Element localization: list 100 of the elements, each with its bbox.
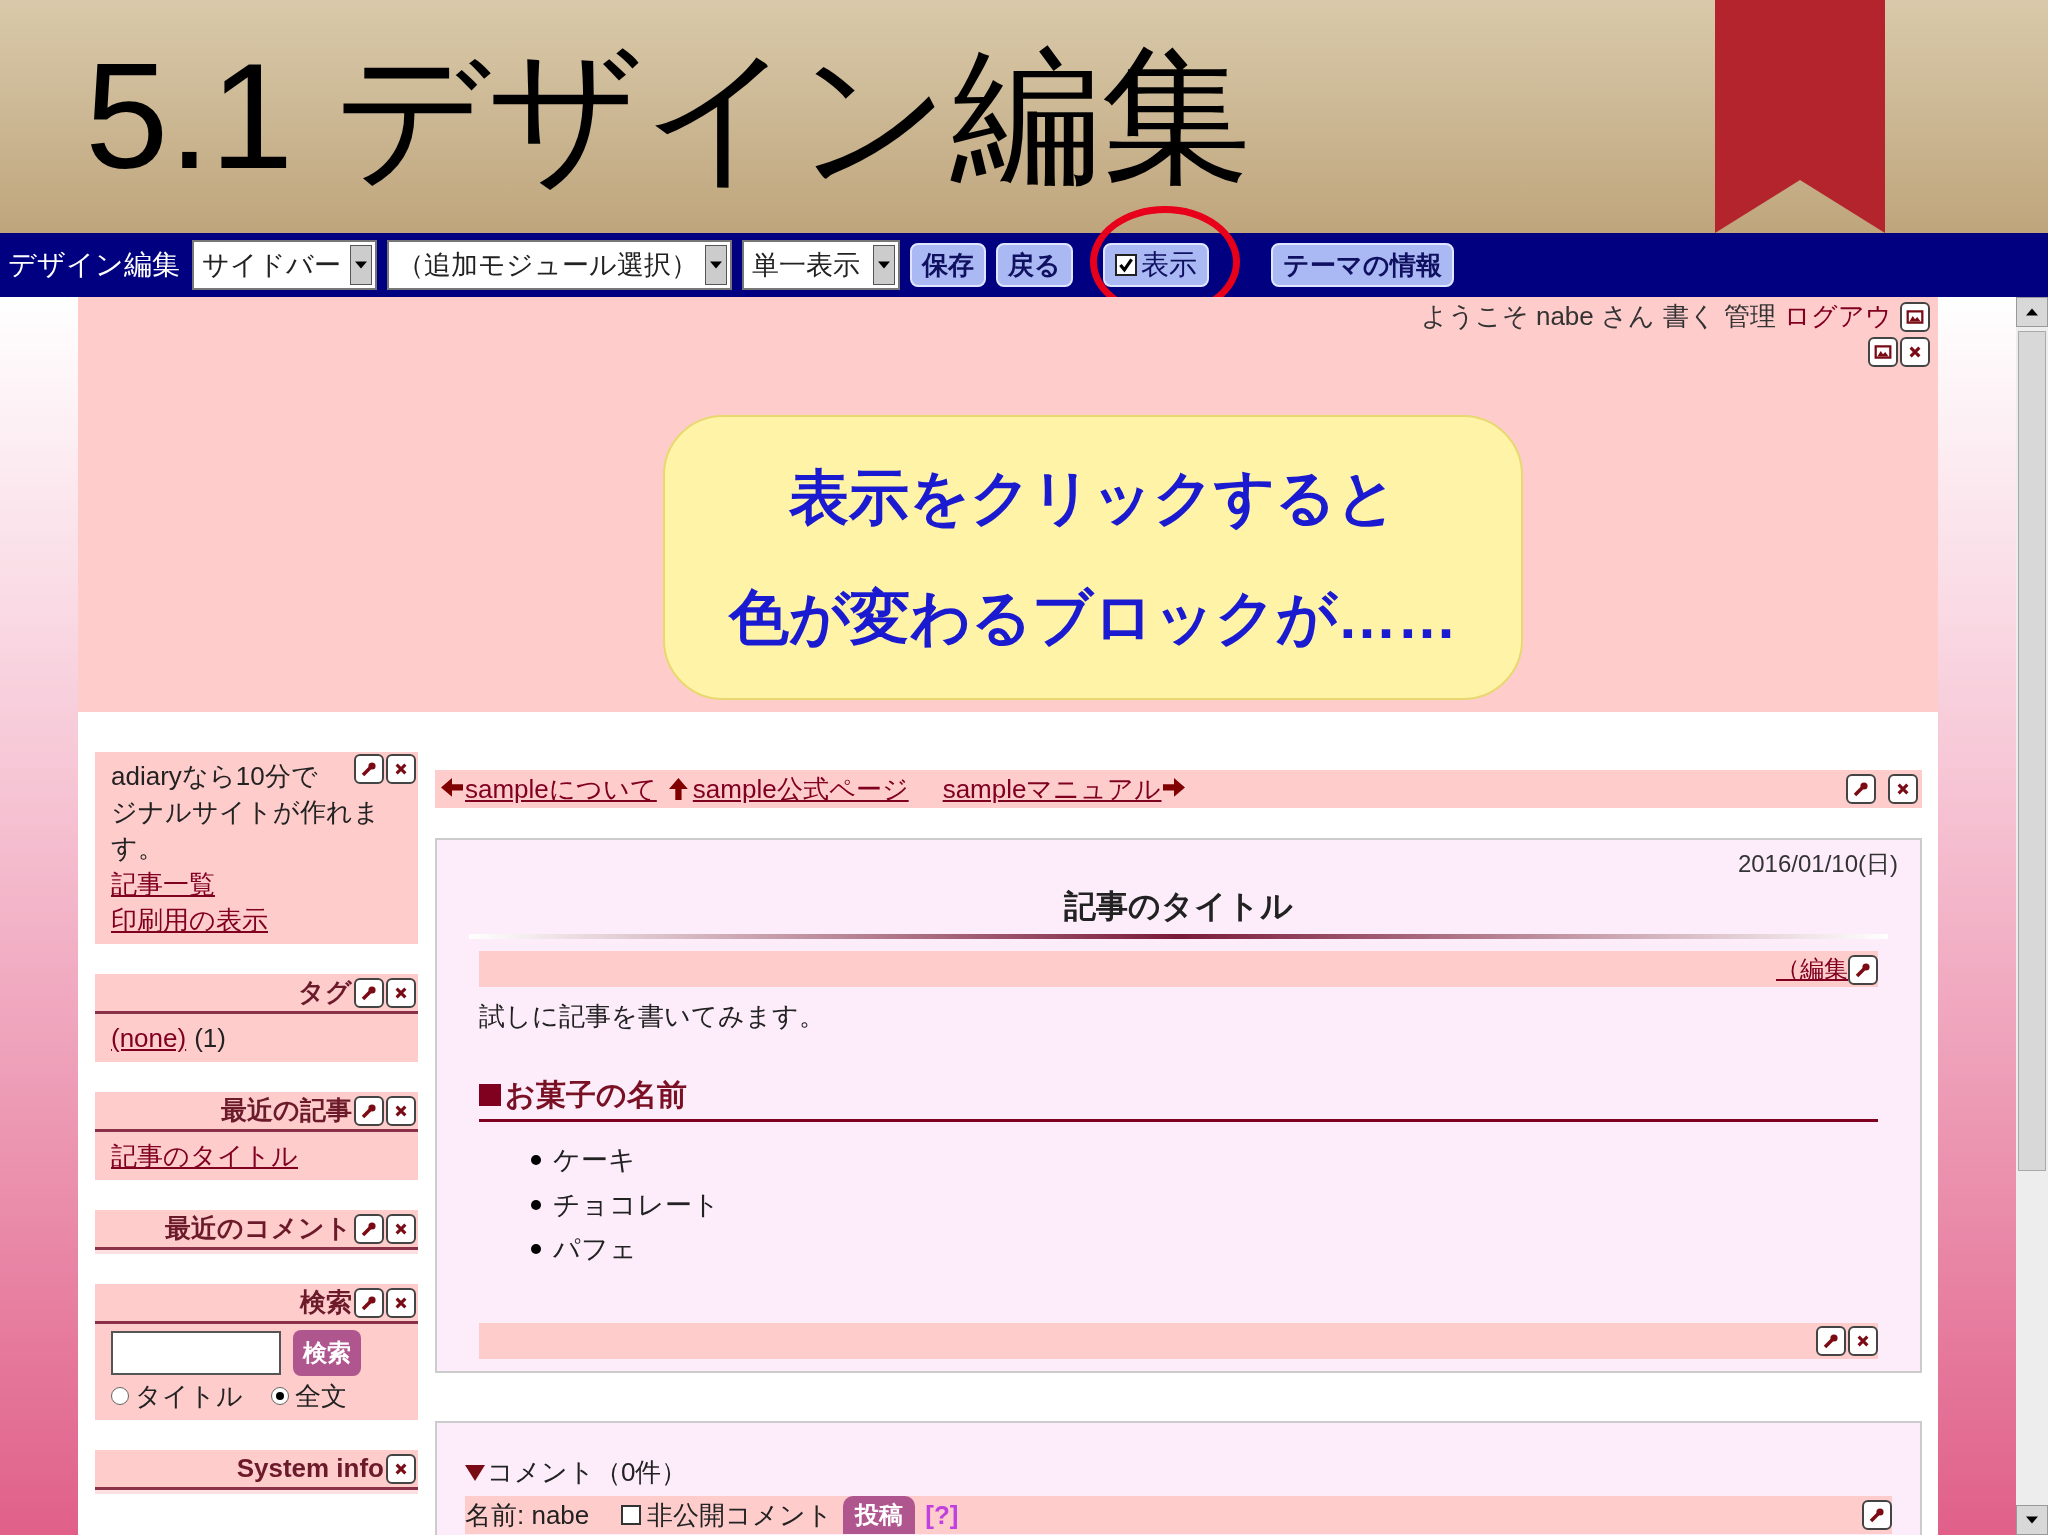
wrench-icon — [361, 984, 377, 1001]
module-title: 最近の記事 — [221, 1094, 352, 1127]
dropdown[interactable]: （追加モジュール選択） — [387, 240, 732, 290]
sidebar-link[interactable]: 印刷用の表示 — [111, 902, 402, 938]
radio-icon[interactable] — [111, 1387, 129, 1405]
sidebar-link[interactable]: 記事のタイトル — [111, 1138, 402, 1174]
close-button[interactable] — [1900, 337, 1930, 367]
nav-link[interactable]: sampleマニュアル — [942, 769, 1186, 809]
header-link[interactable]: ログアウ — [1784, 297, 1892, 336]
caret-icon — [878, 261, 890, 269]
private-comment-option[interactable]: 非公開コメント — [621, 1495, 834, 1535]
wrench-button[interactable] — [354, 977, 384, 1008]
close-button[interactable] — [1848, 1326, 1878, 1356]
list-item: ケーキ — [553, 1144, 636, 1177]
bullet-icon — [531, 1244, 541, 1255]
description-text: す。 — [111, 832, 164, 865]
heading-marker-icon — [479, 1083, 501, 1106]
close-icon — [394, 762, 408, 776]
greeting-text: ようこそ nabe さん — [1420, 300, 1655, 333]
wrench-icon — [361, 1102, 377, 1119]
close-icon — [394, 1461, 408, 1476]
wrench-icon — [1823, 1333, 1839, 1349]
close-button[interactable] — [386, 1453, 416, 1484]
scrollbar[interactable] — [2016, 297, 2048, 1535]
module-title: 最近のコメント — [165, 1212, 352, 1245]
wrench-button[interactable] — [1848, 955, 1878, 985]
radio-option[interactable]: タイトル — [111, 1378, 243, 1414]
caret-icon — [355, 261, 367, 269]
scroll-up-icon[interactable] — [2026, 308, 2038, 316]
search-button[interactable]: 検索 — [293, 1330, 361, 1376]
close-button[interactable] — [386, 1095, 416, 1126]
sidebar-link[interactable]: 記事一覧 — [111, 866, 402, 902]
dropdown[interactable]: 単一表示 — [742, 240, 900, 290]
wrench-button[interactable] — [1846, 774, 1876, 804]
wrench-button[interactable] — [1816, 1326, 1846, 1356]
wrench-icon — [361, 1294, 377, 1311]
toolbar-label: デザイン編集 — [8, 248, 180, 282]
section-heading: お菓子の名前 — [505, 1077, 687, 1113]
wrench-button[interactable] — [354, 1213, 384, 1244]
image-button[interactable] — [1868, 337, 1898, 367]
description-text: ジナルサイトが作れま — [111, 796, 380, 829]
close-icon — [394, 1295, 408, 1310]
bullet-icon — [531, 1155, 541, 1166]
image-icon — [1874, 343, 1892, 361]
wrench-icon — [1869, 1507, 1885, 1523]
list-item: チョコレート — [553, 1188, 720, 1222]
image-icon — [1906, 307, 1924, 326]
tag-link[interactable]: (none) — [111, 1020, 187, 1056]
wrench-icon — [1853, 781, 1869, 797]
close-button[interactable] — [386, 754, 416, 784]
close-icon — [1908, 345, 1922, 359]
slide-title: 5.1 デザイン編集 — [85, 31, 1252, 202]
close-button[interactable] — [386, 977, 416, 1008]
dropdown[interactable]: サイドバー — [192, 240, 377, 290]
caret-icon — [710, 261, 722, 269]
close-icon — [394, 985, 408, 1000]
article-date: 2016/01/10(日) — [1737, 849, 1898, 879]
close-button[interactable] — [1888, 774, 1918, 804]
submit-button[interactable]: 投稿 — [843, 1496, 916, 1534]
wrench-icon — [1855, 962, 1871, 978]
radio-icon[interactable] — [271, 1387, 289, 1405]
wrench-button[interactable] — [354, 1287, 384, 1318]
image-button[interactable] — [1900, 301, 1930, 332]
article-body-text: 試しに記事を書いてみます。 — [479, 1000, 826, 1033]
nav-link[interactable]: sample公式ページ — [668, 769, 909, 809]
list-item: パフェ — [553, 1233, 637, 1266]
edit-link[interactable]: （編集 — [1776, 951, 1848, 987]
checkbox[interactable] — [621, 1505, 642, 1525]
display-toggle[interactable]: 表示 — [1103, 243, 1209, 287]
nav-link[interactable]: sampleについて — [441, 769, 657, 809]
scroll-down-icon[interactable] — [2026, 1516, 2038, 1524]
callout-text: 表示をクリックすると — [789, 462, 1397, 533]
checkbox[interactable] — [1115, 254, 1137, 276]
radio-option[interactable]: 全文 — [271, 1378, 347, 1414]
callout-text: 色が変わるブロックが…… — [729, 582, 1457, 653]
name-label: 名前: nabe — [465, 1498, 590, 1532]
bookmark-ribbon-icon — [1715, 0, 1885, 233]
wrench-icon — [361, 761, 377, 777]
article-title: 記事のタイトル — [1064, 887, 1293, 926]
close-icon — [394, 1103, 408, 1118]
toolbar-button[interactable]: 保存 — [910, 243, 986, 287]
header-link[interactable]: 管理 — [1724, 297, 1776, 336]
close-icon — [394, 1221, 408, 1236]
theme-info-button[interactable]: テーマの情報 — [1271, 243, 1454, 287]
comments-heading: コメント（0件） — [487, 1456, 688, 1489]
wrench-button[interactable] — [1862, 1500, 1892, 1530]
search-field[interactable] — [111, 1331, 281, 1375]
wrench-icon — [361, 1220, 377, 1237]
wrench-button[interactable] — [354, 754, 384, 784]
bullet-icon — [531, 1199, 541, 1210]
expand-triangle-icon[interactable] — [465, 1464, 485, 1481]
close-button[interactable] — [386, 1213, 416, 1244]
module-title: タグ — [298, 976, 352, 1009]
header-link[interactable]: 書く — [1663, 297, 1716, 336]
close-button[interactable] — [386, 1287, 416, 1318]
toolbar-button[interactable]: 戻る — [996, 243, 1073, 287]
wrench-button[interactable] — [354, 1095, 384, 1126]
module-title: System info — [236, 1452, 384, 1485]
close-icon — [1856, 1334, 1870, 1348]
description-text: adiaryなら10分で — [111, 760, 318, 793]
